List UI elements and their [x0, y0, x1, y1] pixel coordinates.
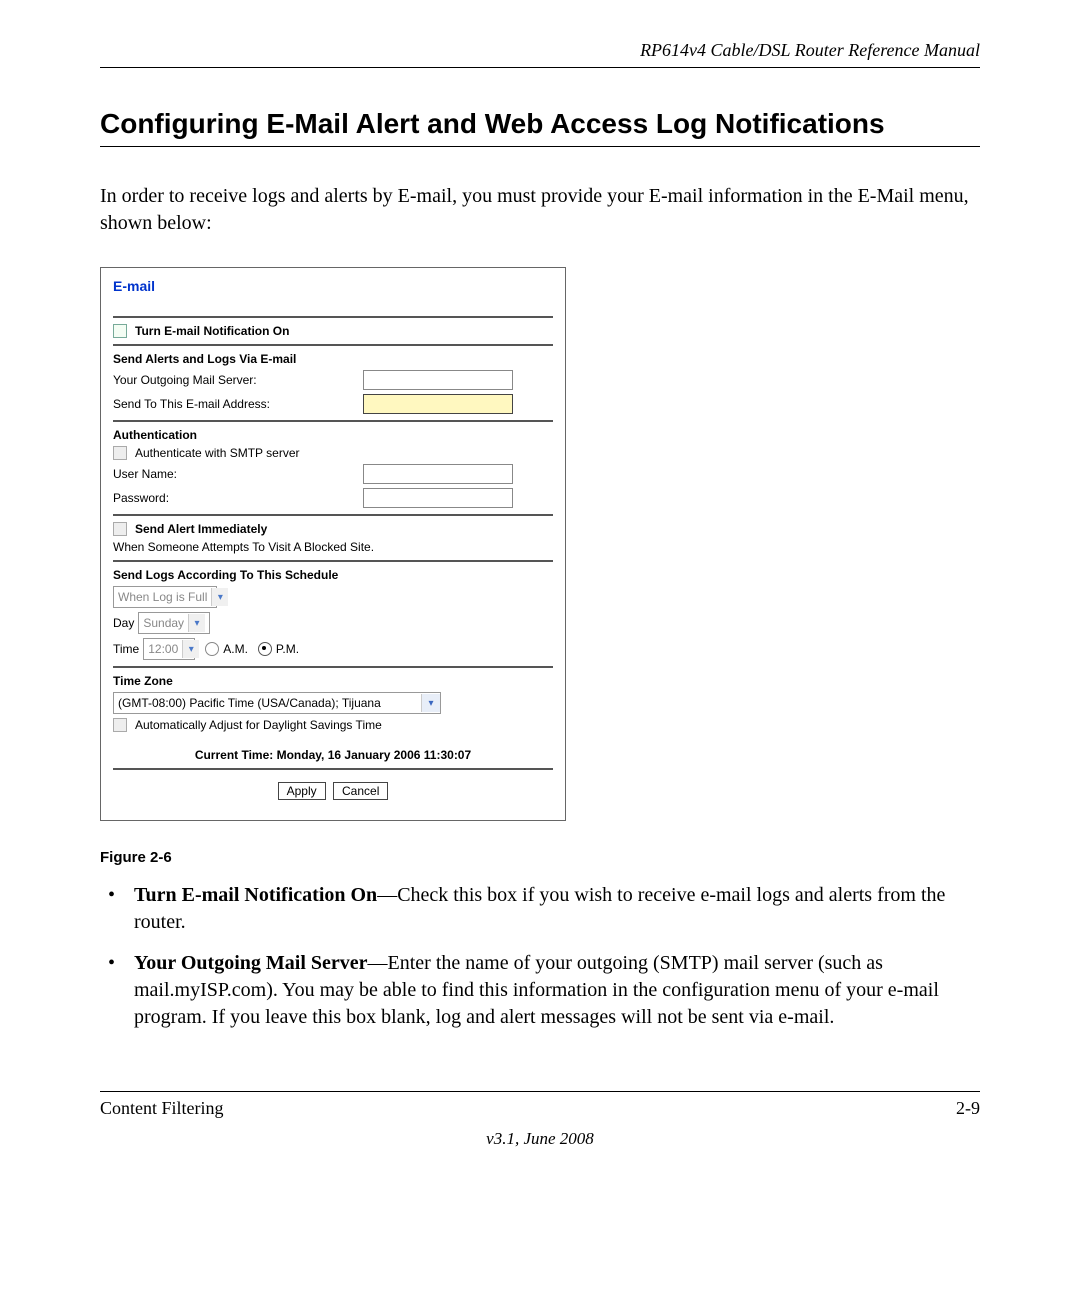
time-select[interactable]: 12:00 ▾	[143, 638, 195, 660]
footer-section: Content Filtering	[100, 1098, 224, 1119]
timezone-heading: Time Zone	[113, 674, 553, 688]
separator	[113, 316, 553, 318]
separator	[113, 666, 553, 668]
chevron-down-icon: ▾	[211, 588, 228, 606]
auth-checkbox[interactable]	[113, 446, 127, 460]
section-heading: Configuring E-Mail Alert and Web Access …	[100, 108, 980, 147]
send-to-label: Send To This E-mail Address:	[113, 397, 363, 411]
dst-label: Automatically Adjust for Daylight Saving…	[135, 718, 382, 732]
day-select[interactable]: Sunday ▾	[138, 612, 210, 634]
turn-on-checkbox[interactable]	[113, 324, 127, 338]
pm-label: P.M.	[276, 642, 299, 656]
auth-checkbox-label: Authenticate with SMTP server	[135, 446, 300, 460]
alert-sub-label: When Someone Attempts To Visit A Blocked…	[113, 540, 553, 554]
current-time-text: Current Time: Monday, 16 January 2006 11…	[113, 748, 553, 762]
bullet-list: Turn E-mail Notification On—Check this b…	[100, 882, 980, 1031]
cancel-button[interactable]: Cancel	[333, 782, 388, 800]
day-label: Day	[113, 616, 134, 630]
time-label: Time	[113, 642, 139, 656]
day-value: Sunday	[143, 616, 184, 630]
alert-immediate-label: Send Alert Immediately	[135, 522, 267, 536]
time-value: 12:00	[148, 642, 178, 656]
dst-checkbox[interactable]	[113, 718, 127, 732]
page-footer: Content Filtering 2-9 v3.1, June 2008	[100, 1091, 980, 1149]
chevron-down-icon: ▾	[421, 694, 440, 712]
email-config-panel: E-mail Turn E-mail Notification On Send …	[100, 267, 566, 821]
footer-version: v3.1, June 2008	[100, 1129, 980, 1149]
separator	[113, 560, 553, 562]
timezone-value: (GMT-08:00) Pacific Time (USA/Canada); T…	[118, 696, 381, 710]
apply-button[interactable]: Apply	[278, 782, 326, 800]
alert-immediate-checkbox[interactable]	[113, 522, 127, 536]
schedule-heading: Send Logs According To This Schedule	[113, 568, 553, 582]
separator	[113, 420, 553, 422]
chevron-down-icon: ▾	[182, 640, 199, 658]
outgoing-server-label: Your Outgoing Mail Server:	[113, 373, 363, 387]
password-label: Password:	[113, 491, 363, 505]
footer-page-number: 2-9	[956, 1098, 980, 1119]
am-label: A.M.	[223, 642, 248, 656]
list-item: Turn E-mail Notification On—Check this b…	[100, 882, 980, 936]
bullet-bold: Turn E-mail Notification On	[134, 884, 377, 906]
send-alerts-heading: Send Alerts and Logs Via E-mail	[113, 352, 553, 366]
schedule-value: When Log is Full	[118, 590, 207, 604]
schedule-select[interactable]: When Log is Full ▾	[113, 586, 217, 608]
separator	[113, 514, 553, 516]
username-input[interactable]	[363, 464, 513, 484]
panel-title: E-mail	[113, 278, 553, 294]
footer-rule	[100, 1091, 980, 1092]
figure-caption: Figure 2-6	[100, 849, 980, 866]
am-radio[interactable]	[205, 642, 219, 656]
outgoing-server-input[interactable]	[363, 370, 513, 390]
username-label: User Name:	[113, 467, 363, 481]
timezone-select[interactable]: (GMT-08:00) Pacific Time (USA/Canada); T…	[113, 692, 441, 714]
separator	[113, 768, 553, 770]
send-to-input[interactable]	[363, 394, 513, 414]
list-item: Your Outgoing Mail Server—Enter the name…	[100, 950, 980, 1031]
pm-radio[interactable]	[258, 642, 272, 656]
turn-on-label: Turn E-mail Notification On	[135, 324, 289, 338]
chevron-down-icon: ▾	[188, 614, 205, 632]
password-input[interactable]	[363, 488, 513, 508]
bullet-bold: Your Outgoing Mail Server	[134, 952, 368, 974]
separator	[113, 344, 553, 346]
intro-paragraph: In order to receive logs and alerts by E…	[100, 183, 980, 237]
header-rule	[100, 67, 980, 68]
auth-heading: Authentication	[113, 428, 553, 442]
document-header: RP614v4 Cable/DSL Router Reference Manua…	[100, 40, 980, 67]
